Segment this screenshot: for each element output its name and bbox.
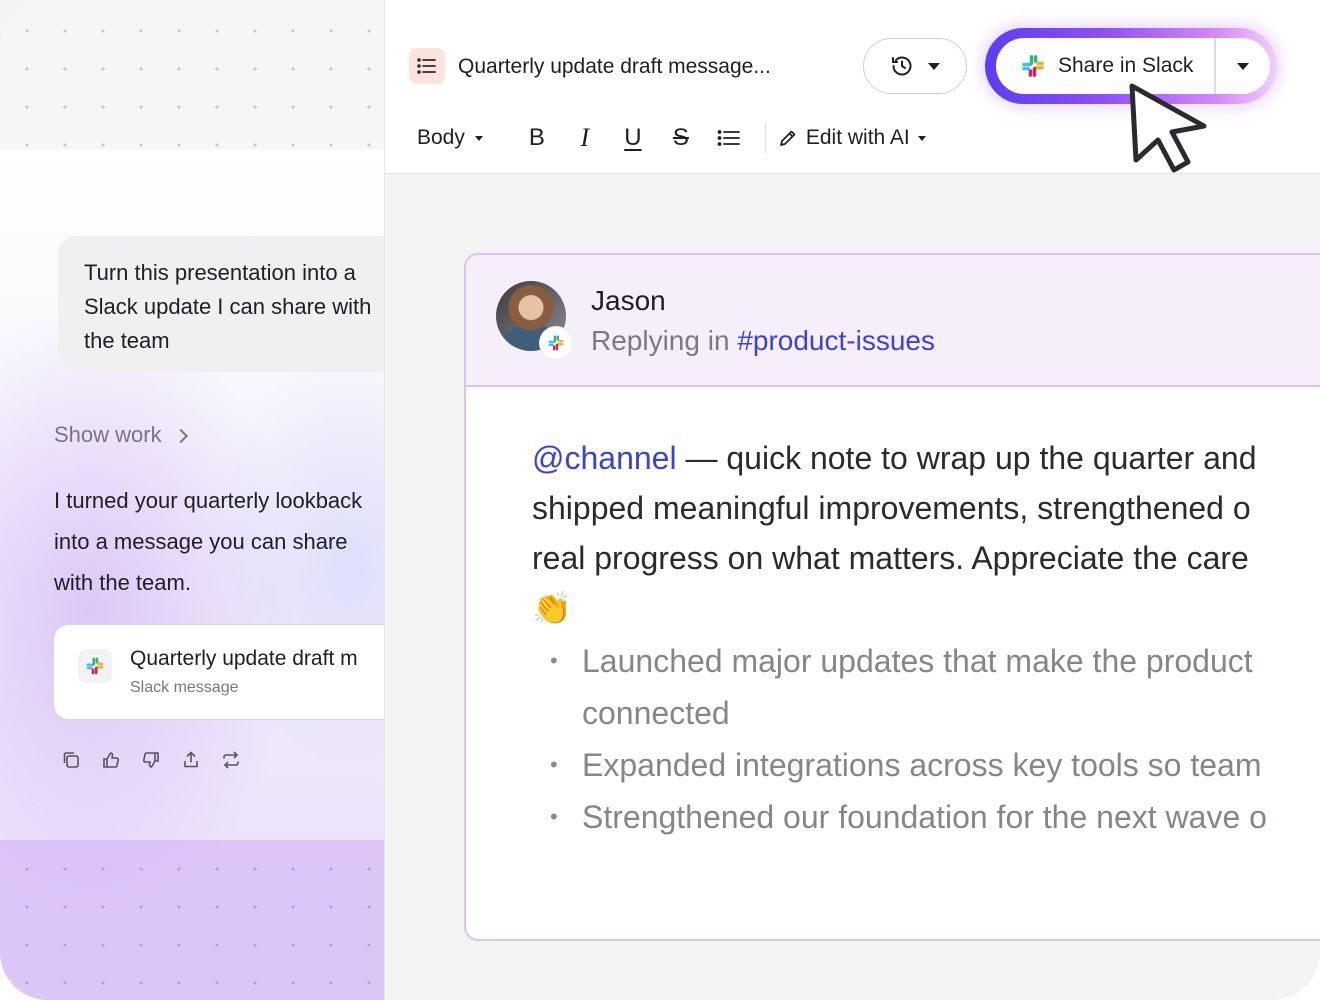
bold-button[interactable]: B — [513, 118, 561, 158]
list-item-continuation: connected — [582, 695, 730, 731]
replying-prefix: Replying in — [591, 325, 738, 356]
thumbs-down-icon[interactable] — [140, 748, 162, 772]
chevron-right-icon — [173, 428, 188, 444]
share-in-slack-label: Share in Slack — [1058, 54, 1194, 77]
mouse-cursor-icon — [1129, 83, 1207, 173]
attachment-card[interactable]: Quarterly update draft m Slack message — [53, 624, 384, 720]
bulleted-list-button[interactable] — [705, 118, 753, 158]
share-dropdown-button[interactable] — [1216, 38, 1271, 94]
pencil-icon — [780, 130, 796, 146]
caret-down-icon — [1236, 62, 1249, 70]
show-work-label: Show work — [54, 422, 162, 447]
assistant-reply: I turned your quarterly lookback into a … — [54, 488, 363, 595]
channel-link[interactable]: #product-issues — [737, 325, 935, 356]
replying-in-line: Replying in #product-issues — [591, 325, 935, 357]
list-icon — [409, 48, 445, 84]
message-header: Jason Replying in #product-issues — [466, 255, 1320, 387]
caret-down-icon — [474, 135, 483, 141]
format-toolbar: Body B I U S Edit with AI — [417, 118, 926, 158]
underline-button[interactable]: U — [609, 118, 657, 158]
list-item: Expanded integrations across key tools s… — [532, 739, 1320, 791]
message-line-1: @channel — quick note to wrap up the qua… — [532, 433, 1320, 483]
attachment-title: Quarterly update draft m — [130, 647, 358, 670]
slack-icon — [540, 327, 572, 359]
copy-icon[interactable] — [60, 748, 82, 772]
edit-with-ai-label: Edit with AI — [805, 126, 910, 149]
bulleted-list-icon — [717, 130, 740, 146]
list-item: Strengthened our foundation for the next… — [532, 791, 1320, 843]
message-line-1-text: — quick note to wrap up the quarter and — [676, 440, 1257, 476]
edit-with-ai-button[interactable]: Edit with AI — [778, 126, 926, 150]
show-work-button[interactable]: Show work — [54, 422, 188, 448]
version-history-button[interactable] — [863, 38, 967, 94]
user-message-bubble: Turn this presentation into a Slack upda… — [58, 236, 384, 372]
toolbar-divider — [764, 123, 766, 153]
user-message-text: Turn this presentation into a Slack upda… — [84, 260, 372, 353]
italic-button[interactable]: I — [561, 118, 609, 158]
document-title: Quarterly update draft message... — [458, 55, 771, 78]
text-style-label: Body — [417, 126, 465, 149]
attachment-subtitle: Slack message — [130, 679, 239, 696]
slack-icon — [1022, 55, 1044, 77]
slack-icon — [78, 649, 112, 683]
caret-down-icon — [928, 62, 940, 70]
message-actions — [60, 748, 242, 772]
clapping-emoji: 👏 — [532, 590, 572, 626]
bullet-list: Launched major updates that make the pro… — [532, 635, 1320, 843]
regenerate-icon[interactable] — [220, 748, 242, 772]
history-icon — [892, 56, 912, 76]
message-line-3: real progress on what matters. Appreciat… — [532, 540, 1249, 576]
thumbs-up-icon[interactable] — [100, 748, 122, 772]
app-frame: Turn this presentation into a Slack upda… — [0, 0, 1320, 1000]
strikethrough-button[interactable]: S — [657, 118, 705, 158]
chat-panel: Turn this presentation into a Slack upda… — [0, 0, 384, 1000]
caret-down-icon — [917, 135, 926, 141]
sender-name: Jason — [591, 285, 666, 316]
message-body: @channel — quick note to wrap up the qua… — [532, 433, 1320, 843]
channel-mention[interactable]: @channel — [532, 440, 677, 476]
message-line-2: shipped meaningful improvements, strengt… — [532, 490, 1251, 526]
share-icon[interactable] — [180, 748, 202, 772]
list-item: Launched major updates that make the pro… — [532, 635, 1320, 687]
slack-message-card: Jason Replying in #product-issues @chann… — [464, 253, 1320, 941]
text-style-dropdown[interactable]: Body — [417, 126, 483, 150]
